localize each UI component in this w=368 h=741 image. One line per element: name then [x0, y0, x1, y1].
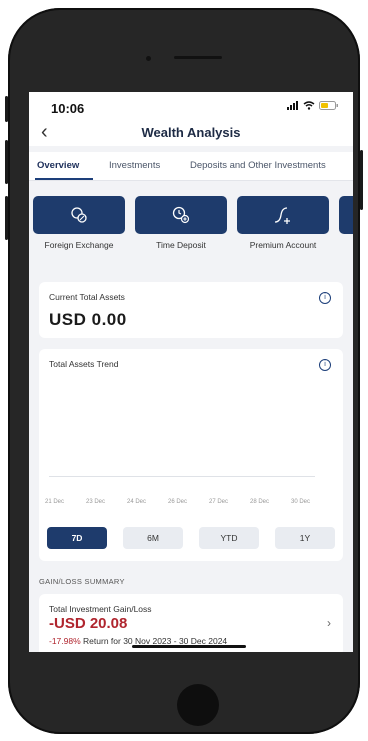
tab-overview[interactable]: Overview [37, 160, 79, 171]
active-tab-indicator [35, 178, 93, 180]
period-ytd-button[interactable]: YTD [199, 527, 259, 549]
quick-action-foreign-exchange[interactable] [33, 196, 125, 234]
tab-deposits-other[interactable]: Deposits and Other Investments [190, 160, 326, 171]
total-assets-value: USD 0.00 [49, 310, 127, 329]
tab-investments[interactable]: Investments [109, 160, 160, 171]
info-icon[interactable]: i [319, 292, 331, 304]
date-tick: 27 Dec [209, 499, 229, 505]
quick-action-more[interactable] [339, 196, 353, 234]
volume-down-button [5, 196, 8, 240]
camera-dot [146, 56, 151, 61]
info-icon[interactable]: i [319, 359, 331, 371]
gain-loss-section-title: GAIN/LOSS SUMMARY [39, 577, 125, 586]
date-tick: 26 Dec [168, 499, 188, 505]
period-1y-button[interactable]: 1Y [275, 527, 335, 549]
exchange-icon [71, 207, 87, 223]
status-time: 10:06 [51, 101, 85, 116]
wifi-icon [303, 101, 315, 110]
gain-loss-card[interactable]: Total Investment Gain/Loss -USD 20.08 -1… [39, 594, 343, 652]
quick-label-premium-account: Premium Account [249, 240, 317, 250]
gain-loss-value: -USD 20.08 [49, 615, 128, 632]
total-assets-trend-card: Total Assets Trend i 21 Dec 23 Dec 24 De… [39, 349, 343, 561]
clock-plus-icon [172, 206, 190, 224]
period-6m-button[interactable]: 6M [123, 527, 183, 549]
tab-bar: Overview Investments Deposits and Other … [29, 152, 353, 181]
speaker-grille [174, 56, 222, 59]
date-tick: 30 Dec [291, 499, 311, 505]
date-tick: 28 Dec [250, 499, 270, 505]
home-button[interactable] [177, 684, 219, 726]
gain-loss-label: Total Investment Gain/Loss [49, 604, 152, 614]
period-7d-button[interactable]: 7D [47, 527, 107, 549]
volume-up-button [5, 140, 8, 184]
trend-label: Total Assets Trend [49, 359, 119, 369]
status-icons [287, 101, 339, 110]
date-tick: 23 Dec [86, 499, 106, 505]
battery-icon [319, 101, 338, 110]
chevron-right-icon: › [327, 616, 331, 630]
return-percentage: -17.98% [49, 636, 81, 646]
quick-action-premium-account[interactable] [237, 196, 329, 234]
home-indicator [132, 645, 246, 648]
total-assets-label: Current Total Assets [49, 292, 125, 302]
premium-chart-icon [274, 207, 290, 224]
navigation-bar: ‹ Wealth Analysis [29, 122, 353, 146]
quick-label-foreign-exchange: Foreign Exchange [44, 240, 114, 250]
power-button [360, 150, 363, 210]
signal-icon [287, 101, 298, 110]
app-screen: 10:06 ‹ Wealth Analysis Overview Investm… [29, 92, 353, 652]
current-total-assets-card: Current Total Assets i USD 0.00 [39, 282, 343, 338]
mute-switch [5, 96, 8, 122]
page-title: Wealth Analysis [141, 125, 241, 140]
date-tick: 21 Dec [45, 499, 65, 505]
date-tick: 24 Dec [127, 499, 147, 505]
quick-action-time-deposit[interactable] [135, 196, 227, 234]
status-bar: 10:06 [29, 92, 353, 122]
chart-baseline [49, 476, 315, 477]
quick-label-time-deposit: Time Deposit [156, 240, 206, 250]
